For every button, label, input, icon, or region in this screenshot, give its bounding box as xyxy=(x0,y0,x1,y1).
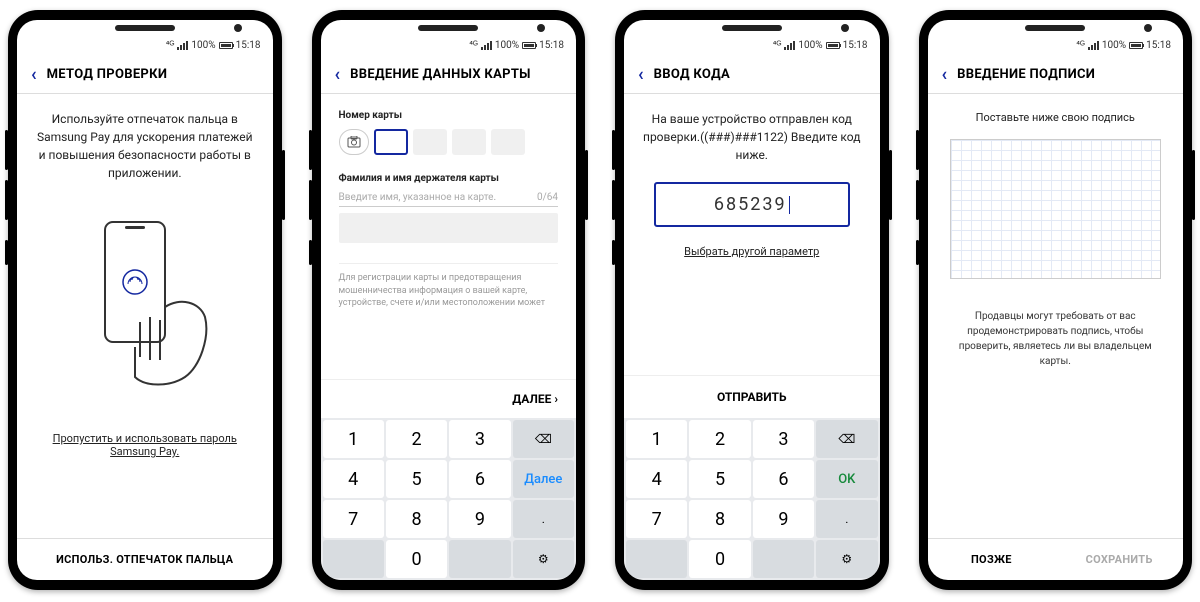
key-6[interactable]: 6 xyxy=(753,460,814,498)
key-next[interactable]: Далее xyxy=(513,460,574,498)
card-segment-3[interactable] xyxy=(452,129,486,155)
key-backspace[interactable]: ⌫ xyxy=(513,420,574,458)
status-bar: ⁴ᴳ 100% 15:18 xyxy=(17,20,273,56)
later-button[interactable]: ПОЗЖЕ xyxy=(928,539,1056,580)
key-backspace[interactable]: ⌫ xyxy=(816,420,877,458)
key-empty2 xyxy=(753,540,814,578)
key-dot[interactable]: . xyxy=(513,500,574,538)
save-button[interactable]: СОХРАНИТЬ xyxy=(1055,539,1183,580)
page-title: ВВЕДЕНИЕ ПОДПИСИ xyxy=(957,67,1095,82)
battery-icon xyxy=(219,42,233,49)
signature-heading: Поставьте ниже свою подпись xyxy=(946,110,1166,127)
status-bar: ⁴ᴳ 100% 15:18 xyxy=(928,20,1184,56)
use-fingerprint-button[interactable]: ИСПОЛЬЗ. ОТПЕЧАТОК ПАЛЬЦА xyxy=(17,538,273,580)
choose-other-link[interactable]: Выбрать другой параметр xyxy=(642,245,862,258)
key-4[interactable]: 4 xyxy=(626,460,687,498)
key-0[interactable]: 0 xyxy=(689,540,750,578)
key-9[interactable]: 9 xyxy=(449,500,510,538)
signature-pad[interactable] xyxy=(950,139,1162,279)
cardholder-label: Фамилия и имя держателя карты xyxy=(339,173,559,184)
send-button[interactable]: ОТПРАВИТЬ xyxy=(624,375,880,418)
camera-button[interactable] xyxy=(339,129,369,155)
page-title: МЕТОД ПРОВЕРКИ xyxy=(47,67,168,82)
back-button[interactable]: ‹ xyxy=(31,64,37,85)
key-3[interactable]: 3 xyxy=(449,420,510,458)
key-7[interactable]: 7 xyxy=(626,500,687,538)
key-0[interactable]: 0 xyxy=(386,540,447,578)
page-title: ВВОД КОДА xyxy=(654,67,730,82)
status-bar: ⁴ᴳ 100% 15:18 xyxy=(624,20,880,56)
key-1[interactable]: 1 xyxy=(323,420,384,458)
key-1[interactable]: 1 xyxy=(626,420,687,458)
numeric-keypad: 1 2 3 ⌫ 4 5 6 Далее 7 8 9 . 0 ⚙ xyxy=(321,418,577,580)
phone-3: ⁴ᴳ 100% 15:18 ‹ ВВОД КОДА На ваше устрой… xyxy=(615,10,889,590)
instruction-text: Используйте отпечаток пальца в Samsung P… xyxy=(35,110,255,182)
fingerprint-illustration xyxy=(35,212,255,392)
card-number-label: Номер карты xyxy=(339,110,559,121)
next-button[interactable]: ДАЛЕЕ › xyxy=(321,379,577,418)
key-8[interactable]: 8 xyxy=(386,500,447,538)
key-5[interactable]: 5 xyxy=(689,460,750,498)
key-2[interactable]: 2 xyxy=(689,420,750,458)
key-empty xyxy=(323,540,384,578)
card-segment-1[interactable] xyxy=(374,129,408,155)
battery-icon xyxy=(1129,42,1143,49)
signature-note: Продавцы могут требовать от вас продемон… xyxy=(946,309,1166,369)
phone-4: ⁴ᴳ 100% 15:18 ‹ ВВЕДЕНИЕ ПОДПИСИ Поставь… xyxy=(919,10,1193,590)
fraud-note: Для регистрации карты и предотвращения м… xyxy=(339,263,559,310)
key-settings[interactable]: ⚙ xyxy=(513,540,574,578)
key-7[interactable]: 7 xyxy=(323,500,384,538)
key-2[interactable]: 2 xyxy=(386,420,447,458)
phone-2: ⁴ᴳ 100% 15:18 ‹ ВВЕДЕНИЕ ДАННЫХ КАРТЫ Но… xyxy=(312,10,586,590)
key-4[interactable]: 4 xyxy=(323,460,384,498)
key-empty2 xyxy=(449,540,510,578)
key-settings[interactable]: ⚙ xyxy=(816,540,877,578)
code-instruction: На ваше устройство отправлен код проверк… xyxy=(642,110,862,164)
key-6[interactable]: 6 xyxy=(449,460,510,498)
key-empty xyxy=(626,540,687,578)
skip-link[interactable]: Пропустить и использовать пароль Samsung… xyxy=(35,432,255,458)
back-button[interactable]: ‹ xyxy=(638,64,644,85)
key-3[interactable]: 3 xyxy=(753,420,814,458)
battery-icon xyxy=(826,42,840,49)
back-button[interactable]: ‹ xyxy=(942,64,948,85)
cardholder-input[interactable]: Введите имя, указанное на карте. 0/64 xyxy=(339,192,559,207)
key-9[interactable]: 9 xyxy=(753,500,814,538)
key-dot[interactable]: . xyxy=(816,500,877,538)
status-bar: ⁴ᴳ 100% 15:18 xyxy=(321,20,577,56)
phone-1: ⁴ᴳ 100% 15:18 ‹ МЕТОД ПРОВЕРКИ Используй… xyxy=(8,10,282,590)
key-8[interactable]: 8 xyxy=(689,500,750,538)
battery-icon xyxy=(522,42,536,49)
card-segment-2[interactable] xyxy=(413,129,447,155)
card-segment-4[interactable] xyxy=(491,129,525,155)
code-input[interactable]: 685239 xyxy=(654,182,850,227)
back-button[interactable]: ‹ xyxy=(335,64,341,85)
page-title: ВВЕДЕНИЕ ДАННЫХ КАРТЫ xyxy=(350,67,531,82)
numeric-keypad: 1 2 3 ⌫ 4 5 6 OK 7 8 9 . 0 ⚙ xyxy=(624,418,880,580)
key-ok[interactable]: OK xyxy=(816,460,877,498)
key-5[interactable]: 5 xyxy=(386,460,447,498)
